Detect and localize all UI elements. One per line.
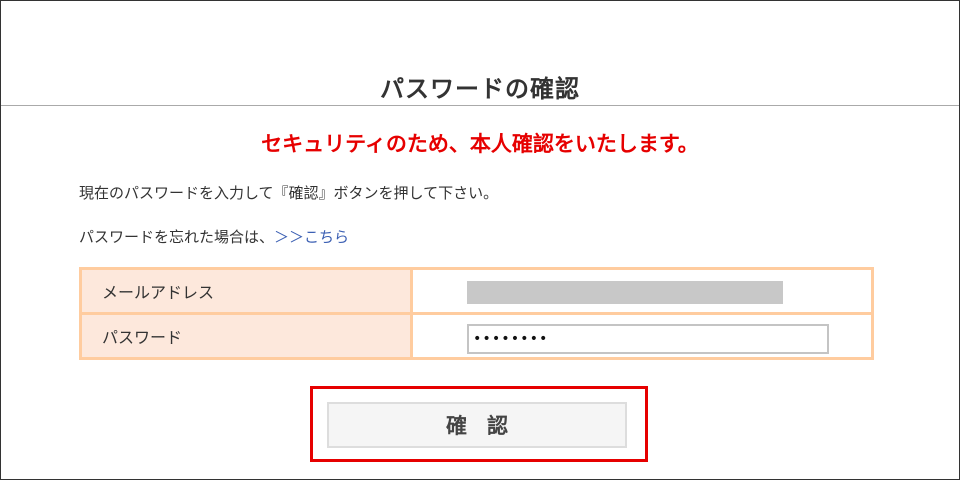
forgot-password-text: パスワードを忘れた場合は、: [79, 228, 275, 246]
security-notice: セキュリティのため、本人確認をいたします。: [261, 132, 699, 156]
email-label: メールアドレス: [79, 267, 413, 315]
password-label: パスワード: [79, 312, 413, 360]
credentials-table: メールアドレス パスワード: [79, 267, 874, 360]
password-row: パスワード: [79, 312, 874, 360]
forgot-password-line: パスワードを忘れた場合は、＞＞こちら: [79, 226, 349, 247]
confirm-button[interactable]: 確認: [327, 402, 627, 448]
title-divider: [1, 105, 959, 106]
forgot-password-link[interactable]: ＞＞こちら: [274, 228, 349, 246]
email-redacted-value: [467, 281, 783, 304]
page-title: パスワードの確認: [380, 75, 580, 103]
password-input[interactable]: [467, 324, 829, 354]
instruction-text: 現在のパスワードを入力して『確認』ボタンを押して下さい。: [79, 184, 499, 202]
confirm-password-panel: パスワードの確認 セキュリティのため、本人確認をいたします。 現在のパスワードを…: [0, 0, 960, 480]
email-value-cell: [410, 267, 874, 315]
email-row: メールアドレス: [79, 267, 874, 315]
password-value-cell: [410, 312, 874, 360]
